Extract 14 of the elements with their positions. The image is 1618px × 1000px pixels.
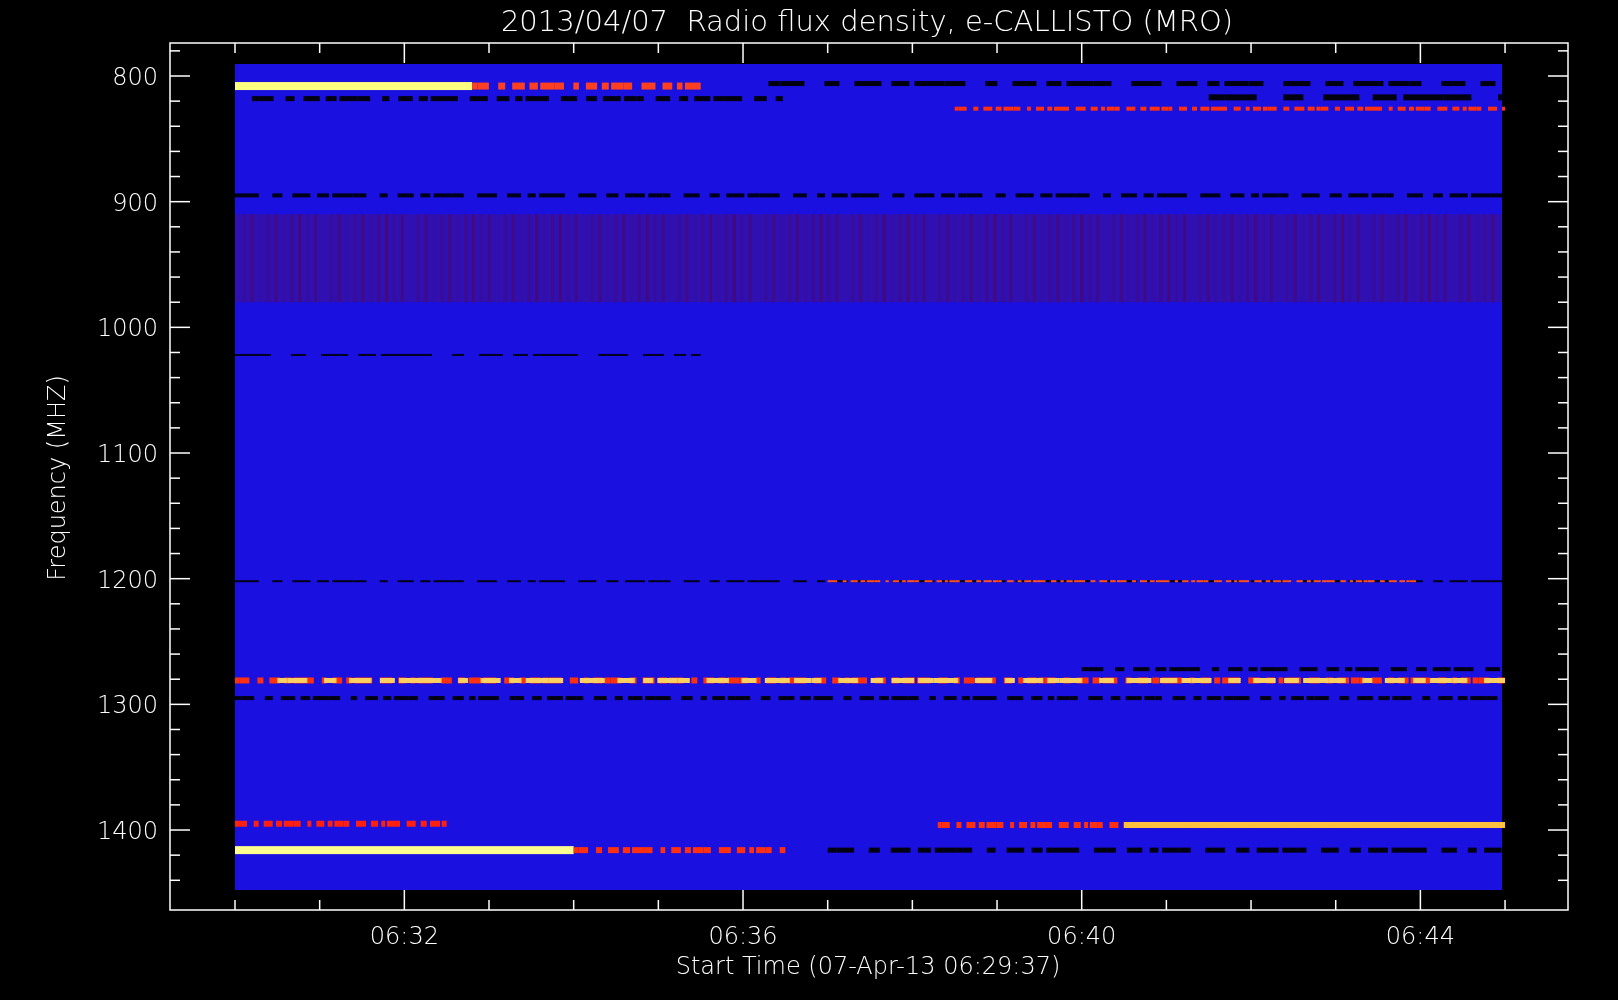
x-tick-label: 06:44 xyxy=(1385,922,1455,950)
x-tick-label: 06:36 xyxy=(708,922,778,950)
x-tick-label: 06:40 xyxy=(1047,922,1117,950)
y-axis-label: Frequency (MHZ) xyxy=(43,375,71,581)
x-tick-label: 06:32 xyxy=(369,922,439,950)
x-axis-label: Start Time (07-Apr-13 06:29:37) xyxy=(675,952,1061,980)
plot-title: 2013/04/07 Radio flux density, e-CALLISTO (MRO) xyxy=(500,4,1234,38)
y-tick-label: 800 xyxy=(112,63,158,91)
y-tick-label: 1300 xyxy=(96,691,158,720)
y-tick-label: 1100 xyxy=(96,440,158,468)
y-tick-label: 900 xyxy=(112,188,158,217)
y-tick-label: 1400 xyxy=(96,817,158,845)
y-tick-label: 1000 xyxy=(96,314,158,343)
y-tick-label: 1200 xyxy=(96,565,158,594)
